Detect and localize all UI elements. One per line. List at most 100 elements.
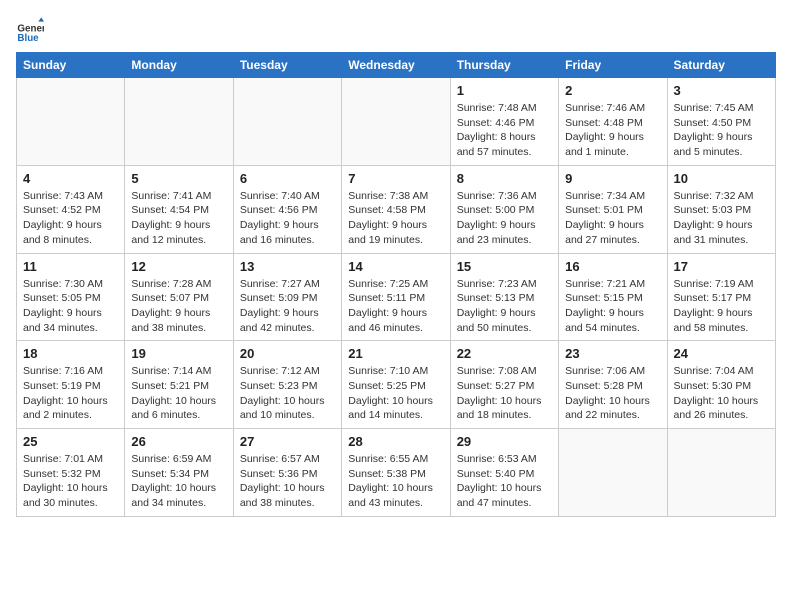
calendar-week-row-2: 4 Sunrise: 7:43 AMSunset: 4:52 PMDaylight…	[17, 165, 776, 253]
calendar-header-row: SundayMondayTuesdayWednesdayThursdayFrid…	[17, 53, 776, 78]
calendar-cell: 27 Sunrise: 6:57 AMSunset: 5:36 PMDayligh…	[233, 429, 341, 517]
day-info: Sunrise: 6:55 AMSunset: 5:38 PMDaylight:…	[348, 452, 443, 511]
day-info: Sunrise: 7:16 AMSunset: 5:19 PMDaylight:…	[23, 364, 118, 423]
day-info: Sunrise: 7:14 AMSunset: 5:21 PMDaylight:…	[131, 364, 226, 423]
calendar-cell: 28 Sunrise: 6:55 AMSunset: 5:38 PMDayligh…	[342, 429, 450, 517]
calendar-cell	[233, 78, 341, 166]
day-number: 19	[131, 346, 226, 361]
calendar-week-row-5: 25 Sunrise: 7:01 AMSunset: 5:32 PMDayligh…	[17, 429, 776, 517]
calendar-cell: 19 Sunrise: 7:14 AMSunset: 5:21 PMDayligh…	[125, 341, 233, 429]
calendar-header-wednesday: Wednesday	[342, 53, 450, 78]
calendar-cell	[667, 429, 775, 517]
day-number: 27	[240, 434, 335, 449]
calendar-cell: 16 Sunrise: 7:21 AMSunset: 5:15 PMDayligh…	[559, 253, 667, 341]
calendar-cell: 12 Sunrise: 7:28 AMSunset: 5:07 PMDayligh…	[125, 253, 233, 341]
day-info: Sunrise: 7:04 AMSunset: 5:30 PMDaylight:…	[674, 364, 769, 423]
day-number: 6	[240, 171, 335, 186]
day-info: Sunrise: 7:06 AMSunset: 5:28 PMDaylight:…	[565, 364, 660, 423]
day-number: 8	[457, 171, 552, 186]
calendar-cell: 1 Sunrise: 7:48 AMSunset: 4:46 PMDaylight…	[450, 78, 558, 166]
day-info: Sunrise: 7:19 AMSunset: 5:17 PMDaylight:…	[674, 277, 769, 336]
day-number: 10	[674, 171, 769, 186]
logo: General Blue	[16, 16, 48, 44]
day-number: 21	[348, 346, 443, 361]
day-number: 26	[131, 434, 226, 449]
day-number: 25	[23, 434, 118, 449]
day-info: Sunrise: 6:57 AMSunset: 5:36 PMDaylight:…	[240, 452, 335, 511]
day-number: 23	[565, 346, 660, 361]
day-number: 2	[565, 83, 660, 98]
day-info: Sunrise: 7:38 AMSunset: 4:58 PMDaylight:…	[348, 189, 443, 248]
calendar-header-friday: Friday	[559, 53, 667, 78]
day-number: 28	[348, 434, 443, 449]
day-number: 17	[674, 259, 769, 274]
day-info: Sunrise: 7:30 AMSunset: 5:05 PMDaylight:…	[23, 277, 118, 336]
calendar-cell: 8Sunrise: 7:36 AMSunset: 5:00 PMDaylight…	[450, 165, 558, 253]
calendar-cell: 24 Sunrise: 7:04 AMSunset: 5:30 PMDayligh…	[667, 341, 775, 429]
calendar-cell: 6 Sunrise: 7:40 AMSunset: 4:56 PMDaylight…	[233, 165, 341, 253]
calendar-cell: 11 Sunrise: 7:30 AMSunset: 5:05 PMDayligh…	[17, 253, 125, 341]
day-info: Sunrise: 7:21 AMSunset: 5:15 PMDaylight:…	[565, 277, 660, 336]
logo-icon: General Blue	[16, 16, 44, 44]
calendar-header-monday: Monday	[125, 53, 233, 78]
day-number: 3	[674, 83, 769, 98]
calendar-cell	[17, 78, 125, 166]
calendar-cell: 10 Sunrise: 7:32 AMSunset: 5:03 PMDayligh…	[667, 165, 775, 253]
day-number: 13	[240, 259, 335, 274]
calendar-cell	[125, 78, 233, 166]
day-number: 5	[131, 171, 226, 186]
calendar-cell: 18 Sunrise: 7:16 AMSunset: 5:19 PMDayligh…	[17, 341, 125, 429]
day-number: 9	[565, 171, 660, 186]
day-info: Sunrise: 7:01 AMSunset: 5:32 PMDaylight:…	[23, 452, 118, 511]
day-number: 29	[457, 434, 552, 449]
calendar-cell: 5Sunrise: 7:41 AMSunset: 4:54 PMDaylight…	[125, 165, 233, 253]
calendar-cell: 22 Sunrise: 7:08 AMSunset: 5:27 PMDayligh…	[450, 341, 558, 429]
calendar-header-sunday: Sunday	[17, 53, 125, 78]
day-info: Sunrise: 6:59 AMSunset: 5:34 PMDaylight:…	[131, 452, 226, 511]
day-info: Sunrise: 7:10 AMSunset: 5:25 PMDaylight:…	[348, 364, 443, 423]
day-info: Sunrise: 7:46 AMSunset: 4:48 PMDaylight:…	[565, 101, 660, 160]
day-info: Sunrise: 7:23 AMSunset: 5:13 PMDaylight:…	[457, 277, 552, 336]
calendar-cell: 3Sunrise: 7:45 AMSunset: 4:50 PMDaylight…	[667, 78, 775, 166]
calendar-table: SundayMondayTuesdayWednesdayThursdayFrid…	[16, 52, 776, 517]
day-number: 18	[23, 346, 118, 361]
day-number: 4	[23, 171, 118, 186]
day-info: Sunrise: 7:48 AMSunset: 4:46 PMDaylight:…	[457, 101, 552, 160]
day-info: Sunrise: 7:40 AMSunset: 4:56 PMDaylight:…	[240, 189, 335, 248]
calendar-cell: 13 Sunrise: 7:27 AMSunset: 5:09 PMDayligh…	[233, 253, 341, 341]
calendar-cell: 7 Sunrise: 7:38 AMSunset: 4:58 PMDaylight…	[342, 165, 450, 253]
svg-text:Blue: Blue	[17, 33, 39, 44]
day-info: Sunrise: 7:25 AMSunset: 5:11 PMDaylight:…	[348, 277, 443, 336]
calendar-week-row-4: 18 Sunrise: 7:16 AMSunset: 5:19 PMDayligh…	[17, 341, 776, 429]
day-info: Sunrise: 7:32 AMSunset: 5:03 PMDaylight:…	[674, 189, 769, 248]
day-number: 11	[23, 259, 118, 274]
day-number: 16	[565, 259, 660, 274]
day-number: 24	[674, 346, 769, 361]
calendar-cell: 20 Sunrise: 7:12 AMSunset: 5:23 PMDayligh…	[233, 341, 341, 429]
day-number: 12	[131, 259, 226, 274]
day-number: 20	[240, 346, 335, 361]
day-number: 1	[457, 83, 552, 98]
calendar-cell	[559, 429, 667, 517]
calendar-cell: 25 Sunrise: 7:01 AMSunset: 5:32 PMDayligh…	[17, 429, 125, 517]
day-number: 7	[348, 171, 443, 186]
calendar-cell: 29Sunrise: 6:53 AMSunset: 5:40 PMDayligh…	[450, 429, 558, 517]
calendar-header-thursday: Thursday	[450, 53, 558, 78]
day-info: Sunrise: 7:34 AMSunset: 5:01 PMDaylight:…	[565, 189, 660, 248]
calendar-cell: 2 Sunrise: 7:46 AMSunset: 4:48 PMDaylight…	[559, 78, 667, 166]
calendar-cell: 17 Sunrise: 7:19 AMSunset: 5:17 PMDayligh…	[667, 253, 775, 341]
page-header: General Blue	[16, 16, 776, 44]
calendar-header-tuesday: Tuesday	[233, 53, 341, 78]
calendar-cell: 4 Sunrise: 7:43 AMSunset: 4:52 PMDaylight…	[17, 165, 125, 253]
day-info: Sunrise: 7:28 AMSunset: 5:07 PMDaylight:…	[131, 277, 226, 336]
day-number: 14	[348, 259, 443, 274]
calendar-week-row-3: 11 Sunrise: 7:30 AMSunset: 5:05 PMDayligh…	[17, 253, 776, 341]
calendar-cell: 26 Sunrise: 6:59 AMSunset: 5:34 PMDayligh…	[125, 429, 233, 517]
day-info: Sunrise: 7:08 AMSunset: 5:27 PMDaylight:…	[457, 364, 552, 423]
day-info: Sunrise: 7:27 AMSunset: 5:09 PMDaylight:…	[240, 277, 335, 336]
day-number: 22	[457, 346, 552, 361]
day-info: Sunrise: 7:43 AMSunset: 4:52 PMDaylight:…	[23, 189, 118, 248]
day-info: Sunrise: 7:12 AMSunset: 5:23 PMDaylight:…	[240, 364, 335, 423]
calendar-header-saturday: Saturday	[667, 53, 775, 78]
calendar-cell	[342, 78, 450, 166]
